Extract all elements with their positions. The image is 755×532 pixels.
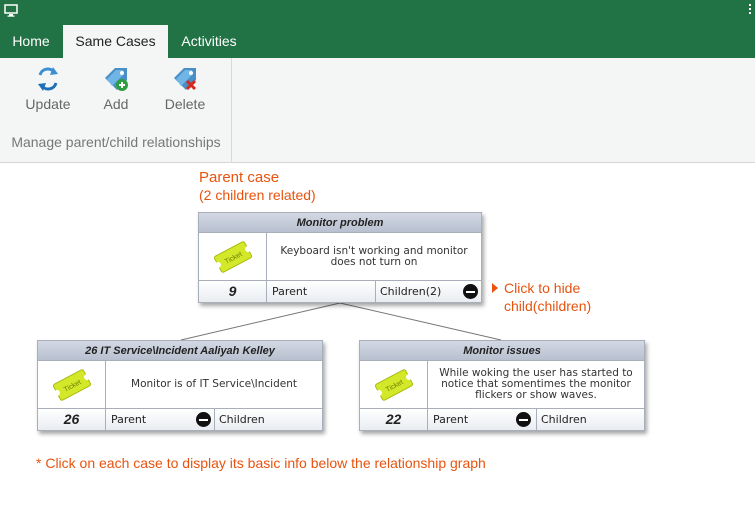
minus-circle-icon[interactable] <box>463 284 478 299</box>
case-number: 22 <box>360 409 428 430</box>
minus-circle-icon[interactable] <box>196 412 211 427</box>
title-bar <box>0 0 755 24</box>
case-icon-cell: Ticket <box>199 233 267 280</box>
tab-bar: Home Same Cases Activities <box>0 24 755 58</box>
case-body: Ticket Monitor is of IT Service\Incident <box>38 361 322 409</box>
delete-label: Delete <box>164 96 206 112</box>
refresh-icon <box>38 67 58 91</box>
case-number: 9 <box>199 281 267 302</box>
children-link[interactable]: Children(2) <box>380 281 441 302</box>
case-body: Ticket Keyboard isn't working and monito… <box>199 233 481 281</box>
update-label: Update <box>25 96 71 112</box>
pointer-arrow-icon <box>492 283 498 293</box>
ticket-icon: Ticket <box>52 369 92 401</box>
connector-right <box>339 302 502 341</box>
delete-tag-icon <box>174 68 197 91</box>
parent-case-annotation: Parent case <box>199 169 280 186</box>
parent-link[interactable]: Parent <box>111 409 146 430</box>
ribbon-group-relationships: Update Add Delete Manage parent/child re… <box>0 58 232 162</box>
parent-case-card[interactable]: Monitor problem Ticket Keyboard isn't wo… <box>198 212 482 303</box>
case-description: While woking the user has started to not… <box>439 367 633 401</box>
tab-home[interactable]: Home <box>0 25 62 58</box>
children-link[interactable]: Children <box>219 409 265 430</box>
minus-circle-icon[interactable] <box>516 412 531 427</box>
hide-children-annotation-line2: child(children) <box>504 298 592 314</box>
ticket-icon: Ticket <box>374 369 414 401</box>
add-label: Add <box>103 96 129 112</box>
case-icon-cell: Ticket <box>38 361 106 408</box>
case-body: Ticket While woking the user has started… <box>360 361 644 409</box>
ribbon: Update Add Delete Manage parent/child re… <box>0 58 755 163</box>
children-count-annotation: (2 children related) <box>199 187 316 203</box>
connector-left <box>180 302 341 341</box>
update-button[interactable]: Update <box>18 66 78 114</box>
parent-link[interactable]: Parent <box>433 409 468 430</box>
case-title: Monitor issues <box>360 341 644 361</box>
children-link[interactable]: Children <box>541 409 587 430</box>
footnote-annotation: * Click on each case to display its basi… <box>36 455 486 471</box>
case-description: Monitor is of IT Service\Incident <box>131 378 297 390</box>
case-description: Keyboard isn't working and monitor does … <box>280 244 468 268</box>
add-tag-icon <box>105 68 128 91</box>
hide-children-annotation-line1: Click to hide <box>504 280 581 296</box>
delete-button[interactable]: Delete <box>155 66 215 114</box>
add-button[interactable]: Add <box>86 66 146 114</box>
monitor-icon <box>4 4 18 17</box>
tab-activities[interactable]: Activities <box>168 25 250 58</box>
child-case-card[interactable]: 26 IT Service\Incident Aaliyah Kelley Ti… <box>37 340 323 431</box>
case-footer: 26 Parent Children <box>38 409 322 430</box>
case-title: 26 IT Service\Incident Aaliyah Kelley <box>38 341 322 361</box>
case-number: 26 <box>38 409 106 430</box>
case-footer: 9 Parent Children(2) <box>199 281 481 302</box>
footer-separator <box>214 409 215 430</box>
tab-same-cases[interactable]: Same Cases <box>63 25 168 58</box>
case-title: Monitor problem <box>199 213 481 233</box>
child-case-card[interactable]: Monitor issues Ticket While woking the u… <box>359 340 645 431</box>
case-footer: 22 Parent Children <box>360 409 644 430</box>
app-window: Home Same Cases Activities Update Add De… <box>0 0 755 532</box>
more-options-icon[interactable] <box>748 3 752 17</box>
footer-separator <box>536 409 537 430</box>
ticket-icon: Ticket <box>213 241 253 273</box>
footer-separator <box>375 281 376 302</box>
ribbon-group-label: Manage parent/child relationships <box>11 134 221 150</box>
case-icon-cell: Ticket <box>360 361 428 408</box>
parent-link[interactable]: Parent <box>272 281 307 302</box>
